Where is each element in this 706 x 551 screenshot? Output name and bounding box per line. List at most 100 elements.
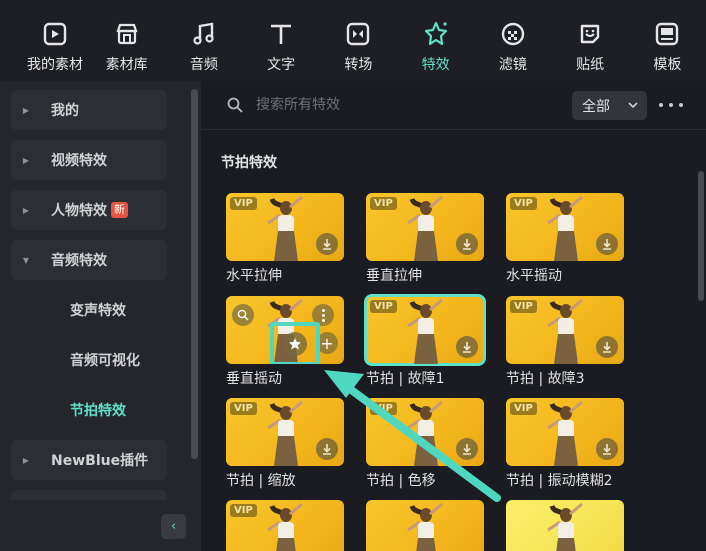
effect-name: 节拍 | 故障3 xyxy=(506,371,585,387)
section-title: 节拍特效 xyxy=(221,155,277,171)
effect-thumbnail[interactable]: VIP xyxy=(506,193,624,261)
effect-name: 节拍 | 色移 xyxy=(366,473,436,489)
effect-thumbnail[interactable]: VIP xyxy=(226,398,344,466)
vip-badge: VIP xyxy=(370,197,397,210)
tab-transition[interactable]: 转场 xyxy=(320,20,397,76)
sidebar-subitem-audio-visualization[interactable]: 音频可视化 xyxy=(70,350,140,370)
effects-star-icon xyxy=(422,20,450,48)
effect-card[interactable]: VIP 水平摇动 xyxy=(506,193,624,285)
effect-card[interactable]: VIP 节拍 | 缩放 xyxy=(226,398,344,490)
download-icon xyxy=(463,239,471,250)
vip-badge: VIP xyxy=(510,402,537,415)
effect-card[interactable]: VIP 水平拉伸 xyxy=(226,193,344,285)
tab-label: 模板 xyxy=(653,57,682,73)
download-button[interactable] xyxy=(456,438,478,460)
effect-thumbnail[interactable]: VIP xyxy=(226,500,344,551)
dancer-figure-image xyxy=(547,400,583,466)
sidebar-subitem-beat-effects[interactable]: 节拍特效 xyxy=(70,400,126,420)
effect-name: 节拍 | 故障1 xyxy=(366,371,445,387)
effect-card[interactable] xyxy=(506,500,624,551)
tab-effects[interactable]: 特效 xyxy=(397,20,474,76)
content-scrollbar[interactable] xyxy=(698,171,704,301)
effect-thumbnail[interactable]: VIP xyxy=(364,294,486,366)
effect-thumbnail[interactable]: VIP xyxy=(506,398,624,466)
text-icon xyxy=(267,20,295,48)
filter-dropdown[interactable]: 全部 xyxy=(572,91,647,120)
tab-my-assets[interactable]: 我的素材 xyxy=(22,20,88,76)
tab-label: 滤镜 xyxy=(498,57,527,73)
vip-badge: VIP xyxy=(230,504,257,517)
download-button[interactable] xyxy=(596,438,618,460)
effect-thumbnail[interactable]: VIP xyxy=(366,193,484,261)
sidebar-item-label: 视频特效 xyxy=(51,153,107,169)
effect-thumbnail[interactable]: VIP xyxy=(226,193,344,261)
effect-card[interactable]: VIP 节拍 | 色移 xyxy=(366,398,484,490)
download-button[interactable] xyxy=(456,336,478,358)
effect-card[interactable]: VIP 垂直拉伸 xyxy=(366,193,484,285)
sidebar-item-label: 我的 xyxy=(51,103,79,119)
tab-template[interactable]: 模板 xyxy=(629,20,706,76)
tab-label: 贴纸 xyxy=(576,57,605,73)
sidebar-item-label: NewBlue插件 xyxy=(51,453,149,469)
tab-label: 素材库 xyxy=(105,57,148,73)
vip-badge: VIP xyxy=(370,300,397,313)
download-button[interactable] xyxy=(596,336,618,358)
sidebar-scrollbar[interactable] xyxy=(191,89,198,459)
tab-sticker[interactable]: 贴纸 xyxy=(551,20,628,76)
effect-card[interactable]: VIP 节拍 | 振动模糊2 xyxy=(506,398,624,490)
effect-thumbnail[interactable]: VIP xyxy=(366,398,484,466)
chevron-right-icon: ▶ xyxy=(22,105,30,115)
favorite-button[interactable] xyxy=(283,332,307,356)
vip-badge: VIP xyxy=(510,300,537,313)
vip-badge: VIP xyxy=(230,197,257,210)
download-button[interactable] xyxy=(596,233,618,255)
search-input[interactable] xyxy=(256,93,556,117)
tab-label: 音频 xyxy=(189,57,218,73)
tab-library[interactable]: 素材库 xyxy=(88,20,165,76)
tab-audio[interactable]: 音频 xyxy=(165,20,242,76)
search-bar: 全部 xyxy=(201,81,706,130)
effect-name: 水平拉伸 xyxy=(226,268,282,284)
tab-text[interactable]: 文字 xyxy=(242,20,319,76)
sidebar-item-newblue[interactable]: ▶ NewBlue插件 xyxy=(11,440,167,480)
effect-thumbnail[interactable] xyxy=(506,500,624,551)
filter-icon xyxy=(499,20,527,48)
effect-thumbnail[interactable]: + xyxy=(226,296,344,364)
sidebar-item-audio-effects[interactable]: ▼ 音频特效 xyxy=(11,240,167,280)
download-button[interactable] xyxy=(456,233,478,255)
download-icon xyxy=(463,444,471,455)
effects-main: 全部 节拍特效 VIP 水平拉伸 xyxy=(201,81,706,551)
download-button[interactable] xyxy=(316,233,338,255)
dancer-figure-image xyxy=(407,400,443,466)
effect-card[interactable]: VIP 节拍 | 故障3 xyxy=(506,296,624,388)
filter-selected-value: 全部 xyxy=(582,98,610,115)
tab-label: 我的素材 xyxy=(26,57,83,73)
sidebar-item-label: 人物特效 xyxy=(51,203,107,219)
effect-card[interactable]: + 垂直摇动 xyxy=(226,296,344,388)
dancer-figure-image xyxy=(267,195,303,261)
effect-card[interactable]: VIP xyxy=(226,500,344,551)
download-icon xyxy=(603,444,611,455)
sidebar-item-mine[interactable]: ▶ 我的 xyxy=(11,90,167,130)
effect-card[interactable]: VIP 节拍 | 故障1 xyxy=(364,294,486,388)
zoom-preview-button[interactable] xyxy=(232,304,254,326)
magnifier-icon xyxy=(237,309,249,321)
dancer-figure-image xyxy=(407,298,443,364)
dancer-figure-image xyxy=(407,195,443,261)
collapse-sidebar-button[interactable]: ‹ xyxy=(161,514,186,539)
effect-thumbnail[interactable] xyxy=(366,500,484,551)
effect-card[interactable] xyxy=(366,500,484,551)
vip-badge: VIP xyxy=(510,197,537,210)
sidebar-subitem-voice-change[interactable]: 变声特效 xyxy=(70,300,126,320)
tab-filter[interactable]: 滤镜 xyxy=(474,20,551,76)
category-sidebar: ▶ 我的 ▶ 视频特效 ▶ 人物特效 新 ▼ 音频特效 变声特效 音频可视化 节… xyxy=(0,81,201,551)
top-toolbar: 我的素材 素材库 音频 文字 转场 特效 滤镜 贴纸 模板 xyxy=(0,0,706,81)
sidebar-item-people-effects[interactable]: ▶ 人物特效 新 xyxy=(11,190,167,230)
sidebar-item-label: 音频特效 xyxy=(51,253,107,269)
sidebar-item-video-effects[interactable]: ▶ 视频特效 xyxy=(11,140,167,180)
effect-name: 垂直拉伸 xyxy=(366,268,422,284)
download-button[interactable] xyxy=(316,438,338,460)
download-icon xyxy=(323,444,331,455)
effect-thumbnail[interactable]: VIP xyxy=(506,296,624,364)
more-options-button[interactable] xyxy=(659,95,683,115)
